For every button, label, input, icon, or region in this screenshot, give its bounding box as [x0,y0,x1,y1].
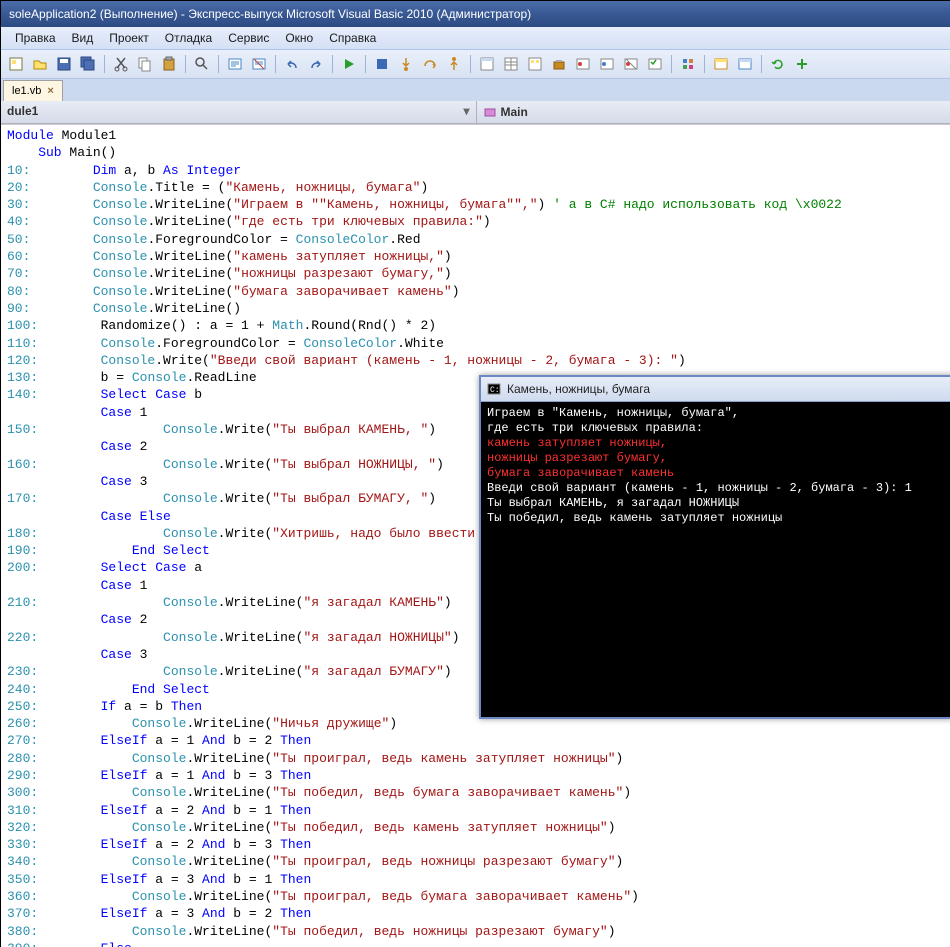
save-all-icon[interactable] [77,53,99,75]
menu-debug[interactable]: Отладка [157,28,220,48]
refresh-icon[interactable] [767,53,789,75]
undo-icon[interactable] [281,53,303,75]
separator [470,55,471,73]
console-titlebar[interactable]: C:\ Камень, ножницы, бумага [481,377,950,402]
svg-text:C:\: C:\ [490,386,501,395]
toolbox-icon[interactable] [548,53,570,75]
properties-icon[interactable] [500,53,522,75]
separator [704,55,705,73]
method-icon [483,105,497,119]
stop-debug-icon[interactable] [371,53,393,75]
console-output: Играем в "Камень, ножницы, бумага", где … [481,402,950,530]
window-title: soleApplication2 (Выполнение) - Экспресс… [9,7,531,21]
console-icon: C:\ [487,382,501,396]
extensions-icon[interactable] [677,53,699,75]
nav-method-dropdown[interactable]: Main [477,101,950,123]
plus-icon[interactable] [791,53,813,75]
output-icon[interactable] [620,53,642,75]
main-window: soleApplication2 (Выполнение) - Экспресс… [0,0,950,947]
code-nav: dule1 ▾ Main [1,101,950,124]
menu-edit[interactable]: Правка [7,28,64,48]
menu-help[interactable]: Справка [321,28,384,48]
new-project-icon[interactable] [5,53,27,75]
task-list-icon[interactable] [644,53,666,75]
menu-service[interactable]: Сервис [220,28,277,48]
separator [275,55,276,73]
find-icon[interactable] [191,53,213,75]
copy-icon[interactable] [134,53,156,75]
tab-file[interactable]: le1.vb × [3,80,63,101]
titlebar[interactable]: soleApplication2 (Выполнение) - Экспресс… [1,1,950,27]
menu-project[interactable]: Проект [101,28,157,48]
immediate-icon[interactable] [596,53,618,75]
solution-explorer-icon[interactable] [476,53,498,75]
console-title-text: Камень, ножницы, бумага [507,382,650,396]
paste-icon[interactable] [158,53,180,75]
separator [185,55,186,73]
step-into-icon[interactable] [395,53,417,75]
window-icon[interactable] [710,53,732,75]
object-browser-icon[interactable] [524,53,546,75]
redo-icon[interactable] [305,53,327,75]
nav-class-dropdown[interactable]: dule1 ▾ [1,101,477,123]
step-over-icon[interactable] [419,53,441,75]
window2-icon[interactable] [734,53,756,75]
open-icon[interactable] [29,53,51,75]
cut-icon[interactable] [110,53,132,75]
separator [332,55,333,73]
menubar: Правка Вид Проект Отладка Сервис Окно Сп… [1,27,950,50]
separator [365,55,366,73]
error-list-icon[interactable] [572,53,594,75]
uncomment-icon[interactable] [248,53,270,75]
toolbar [1,50,950,79]
menu-window[interactable]: Окно [277,28,321,48]
step-out-icon[interactable] [443,53,465,75]
start-debug-icon[interactable] [338,53,360,75]
tab-label: le1.vb [12,85,41,97]
separator [218,55,219,73]
separator [104,55,105,73]
separator [761,55,762,73]
tabstrip: le1.vb × [1,79,950,101]
tab-close-icon[interactable]: × [47,85,53,97]
comment-icon[interactable] [224,53,246,75]
menu-view[interactable]: Вид [64,28,102,48]
save-icon[interactable] [53,53,75,75]
console-window[interactable]: C:\ Камень, ножницы, бумага Играем в "Ка… [479,375,950,719]
separator [671,55,672,73]
